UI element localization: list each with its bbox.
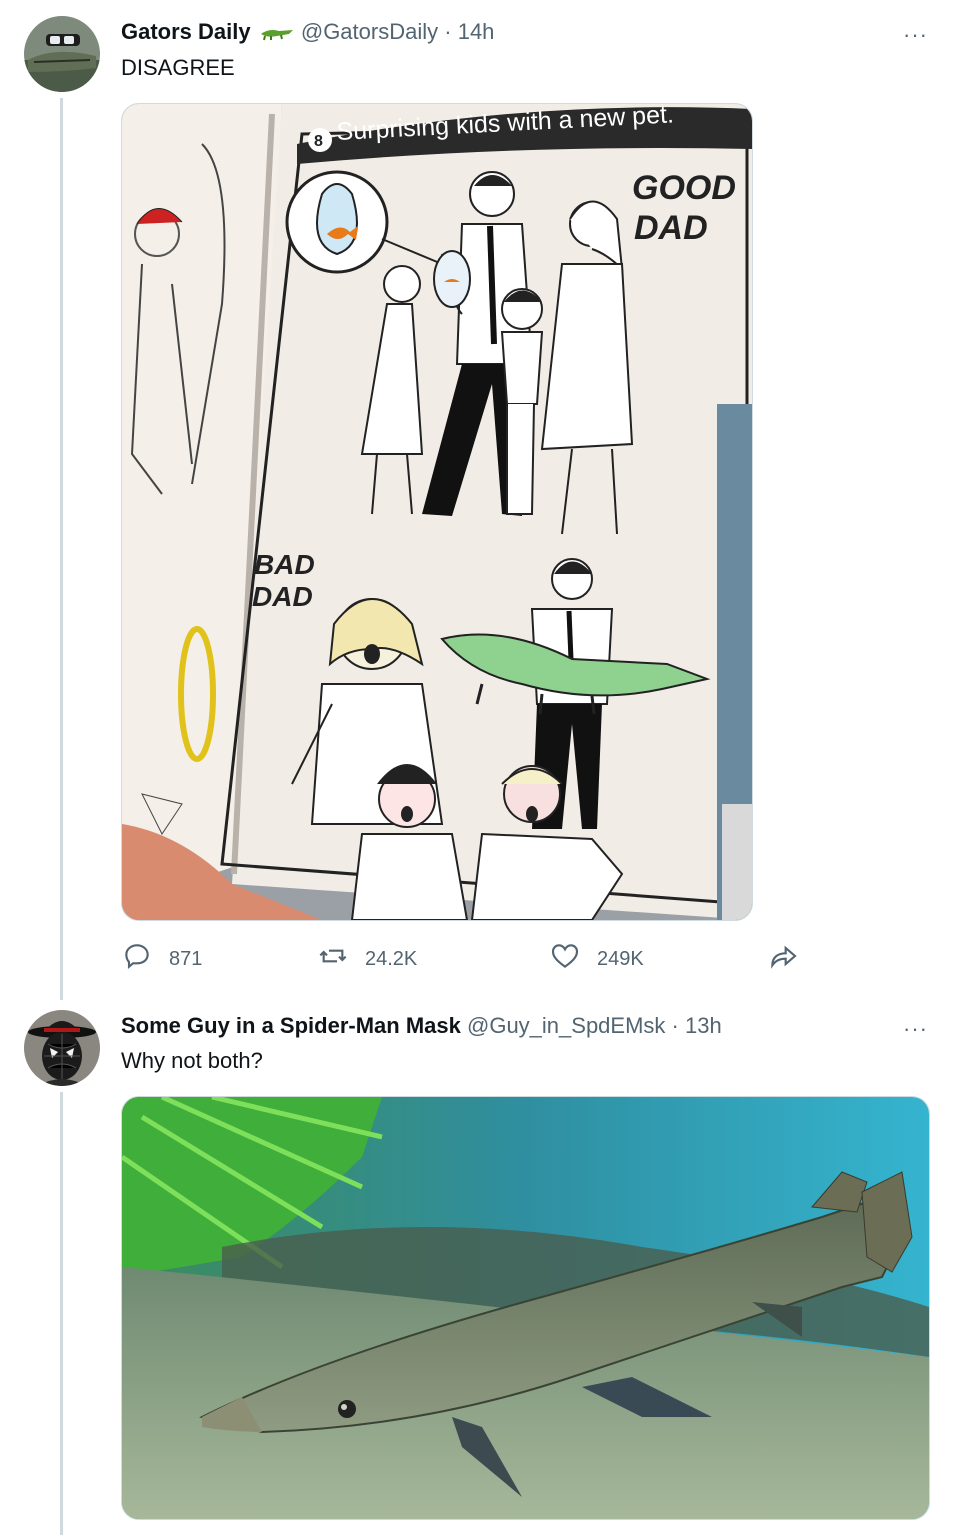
crocodile-emoji-icon xyxy=(259,21,295,41)
display-name[interactable]: Some Guy in a Spider-Man Mask xyxy=(121,1013,461,1038)
retweet-button[interactable]: 24.2K xyxy=(317,940,417,978)
timestamp[interactable]: 13h xyxy=(685,1013,722,1038)
thread-line xyxy=(60,98,63,1000)
handle[interactable]: @Guy_in_SpdEMsk xyxy=(467,1013,665,1038)
heart-icon xyxy=(549,940,581,978)
tweet-actions: 871 24.2K 249K xyxy=(121,940,821,976)
timestamp[interactable]: 14h xyxy=(458,19,495,44)
like-count: 249K xyxy=(597,947,644,970)
good-dad-label-1: GOOD xyxy=(632,169,736,207)
tweet-text: DISAGREE xyxy=(121,55,235,80)
banner-number: 8 xyxy=(314,133,323,150)
tweet-spider-man-mask[interactable]: Some Guy in a Spider-Man Mask @Guy_in_Sp… xyxy=(0,1000,958,1535)
tweet-header: Some Guy in a Spider-Man Mask @Guy_in_Sp… xyxy=(121,1012,722,1040)
handle[interactable]: @GatorsDaily xyxy=(301,19,438,44)
reply-count: 871 xyxy=(169,947,203,970)
avatar[interactable] xyxy=(24,16,100,92)
retweet-icon xyxy=(317,940,349,978)
avatar[interactable] xyxy=(24,1010,100,1086)
alligator-gar-photo xyxy=(122,1097,929,1519)
tweet-gators-daily[interactable]: Gators Daily @GatorsDaily · 14h ··· DISA… xyxy=(0,0,958,1000)
more-options-icon[interactable]: ··· xyxy=(903,22,928,48)
display-name[interactable]: Gators Daily xyxy=(121,19,251,44)
more-options-icon[interactable]: ··· xyxy=(903,1016,928,1042)
like-button[interactable]: 249K xyxy=(549,940,644,978)
thread-line xyxy=(60,1092,63,1535)
reply-button[interactable]: 871 xyxy=(121,940,202,978)
bad-dad-label-1: BAD xyxy=(254,549,315,580)
separator-dot: · xyxy=(444,19,452,44)
bad-dad-label-2: DAD xyxy=(252,581,313,612)
share-icon xyxy=(767,940,799,978)
coloring-book-photo: 8 Surprising kids with a new pet. GOOD D… xyxy=(122,104,752,920)
retweet-count: 24.2K xyxy=(365,947,418,970)
tweet-image[interactable]: 8 Surprising kids with a new pet. GOOD D… xyxy=(121,103,753,921)
reply-icon xyxy=(121,940,153,978)
share-button[interactable] xyxy=(767,940,799,978)
tweet-text: Why not both? xyxy=(121,1048,263,1073)
separator-dot: · xyxy=(671,1013,679,1038)
good-dad-label-2: DAD xyxy=(634,209,708,247)
tweet-header: Gators Daily @GatorsDaily · 14h xyxy=(121,18,494,46)
tweet-image[interactable] xyxy=(121,1096,930,1520)
